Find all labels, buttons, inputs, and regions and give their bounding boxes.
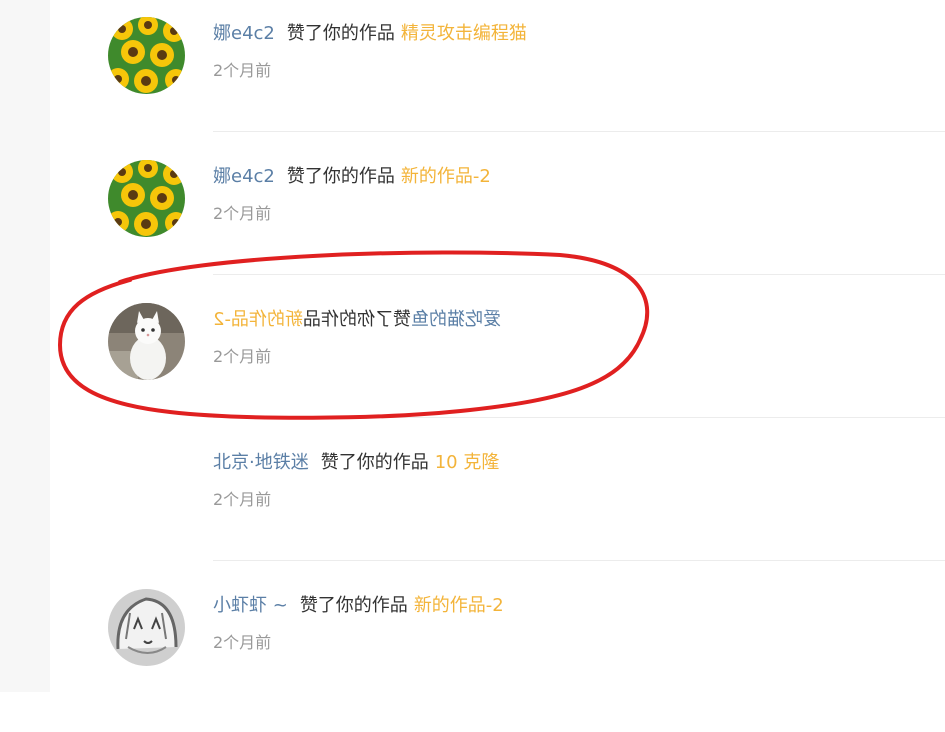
mirrored-text: 爱吃猫的鱼赞了你的作品新的作品-2 [213,309,501,331]
timestamp: 2个月前 [213,61,272,80]
action-text: 赞了你的作品 [286,166,395,187]
timestamp: 2个月前 [213,633,272,652]
timestamp: 2个月前 [213,490,272,509]
notification-text: 娜e4c2 赞了你的作品 新的作品-2 [213,166,491,188]
notification-text: 爱吃猫的鱼赞了你的作品新的作品-2 [213,309,501,331]
notification-item: 娜e4c2 赞了你的作品 精灵攻击编程猫 2个月前 [108,17,945,160]
action-text: 赞了你的作品 [320,452,429,473]
action-text: 赞了你的作品 [286,23,395,44]
notification-text: 小虾虾 ~ 赞了你的作品 新的作品-2 [213,595,504,617]
work-link[interactable]: 新的作品-2 [401,166,491,187]
work-link[interactable]: 10 克隆 [435,452,500,473]
divider [213,417,945,418]
divider [213,560,945,561]
work-link[interactable]: 精灵攻击编程猫 [401,23,527,44]
divider [213,131,945,132]
user-link[interactable]: 娜e4c2 [213,23,275,44]
white-cat-avatar[interactable] [108,303,185,380]
sunflower-avatar[interactable] [108,160,185,237]
left-sidebar-strip [0,0,50,692]
sketch-face-avatar[interactable] [108,589,185,666]
action-text: 赞了你的作品 [302,309,411,330]
notification-item: 北京·地铁迷 赞了你的作品 10 克隆 2个月前 [108,446,945,589]
timestamp: 2个月前 [213,204,272,223]
user-link[interactable]: 娜e4c2 [213,166,275,187]
user-link[interactable]: 北京·地铁迷 [213,452,309,473]
notification-item: 小虾虾 ~ 赞了你的作品 新的作品-2 2个月前 [108,589,945,732]
work-link[interactable]: 新的作品-2 [414,595,504,616]
notification-item: 爱吃猫的鱼赞了你的作品新的作品-2 2个月前 [108,303,945,446]
user-link[interactable]: 爱吃猫的鱼 [411,309,501,330]
user-link[interactable]: 小虾虾 ~ [213,595,288,616]
notification-text: 娜e4c2 赞了你的作品 精灵攻击编程猫 [213,23,527,45]
work-link[interactable]: 新的作品-2 [213,309,303,330]
sunflower-avatar[interactable] [108,17,185,94]
notification-text: 北京·地铁迷 赞了你的作品 10 克隆 [213,452,499,474]
action-text: 赞了你的作品 [299,595,408,616]
notification-item: 娜e4c2 赞了你的作品 新的作品-2 2个月前 [108,160,945,303]
timestamp: 2个月前 [213,347,272,366]
divider [213,274,945,275]
